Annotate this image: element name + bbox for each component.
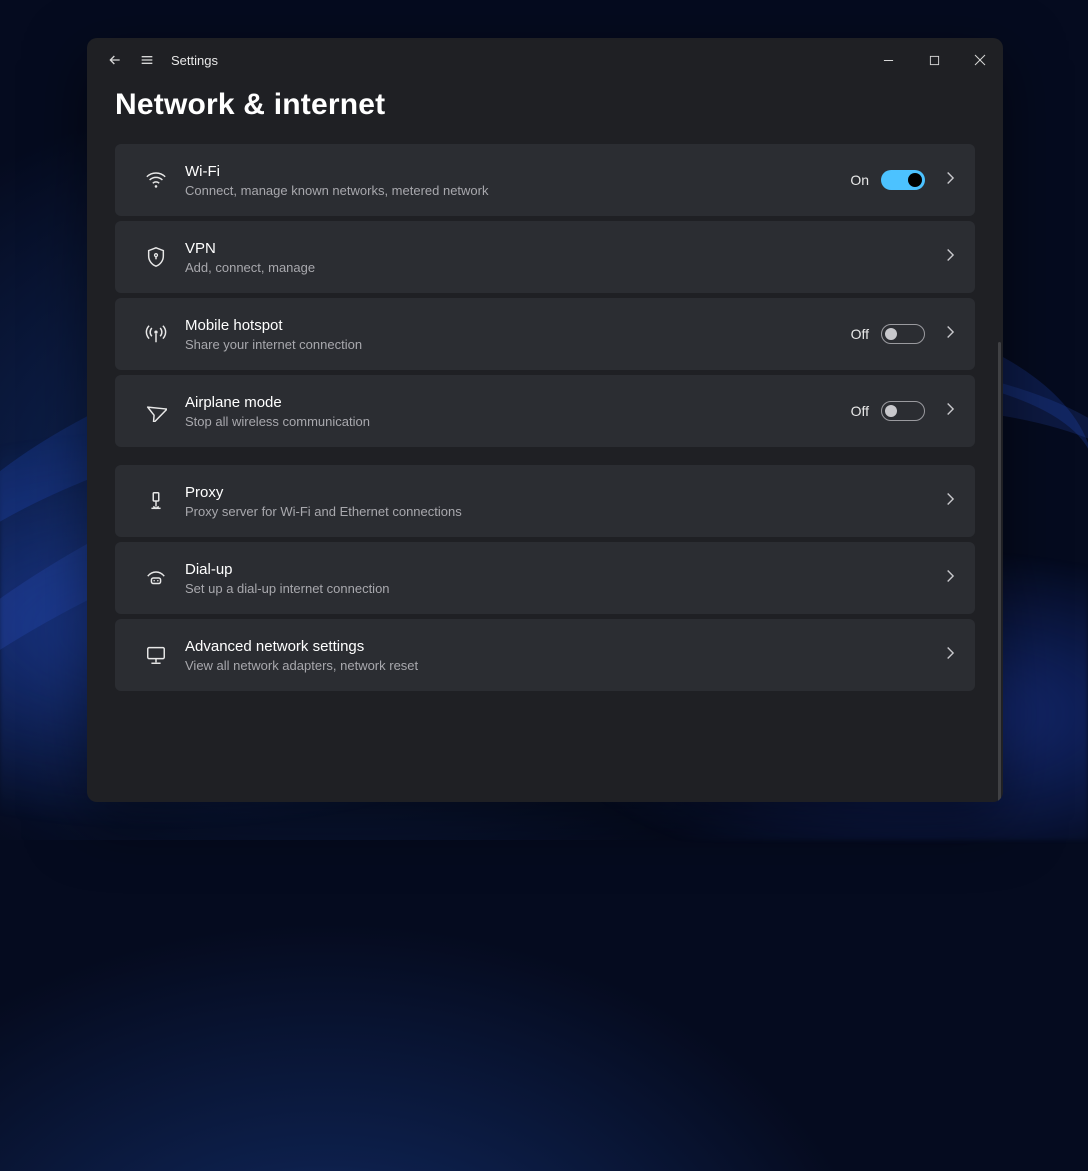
row-subtitle: Connect, manage known networks, metered … (185, 183, 850, 198)
shield-icon (133, 246, 179, 268)
row-text: Advanced network settingsView all networ… (185, 637, 943, 673)
title-bar: Settings (87, 38, 1003, 82)
chevron-right-icon (943, 492, 957, 511)
row-wifi[interactable]: Wi-FiConnect, manage known networks, met… (115, 144, 975, 216)
row-vpn[interactable]: VPNAdd, connect, manage (115, 221, 975, 293)
row-title: VPN (185, 239, 943, 259)
row-title: Proxy (185, 483, 943, 503)
scrollbar[interactable] (998, 342, 1001, 802)
antenna-icon (133, 323, 179, 345)
row-text: VPNAdd, connect, manage (185, 239, 943, 275)
row-title: Mobile hotspot (185, 316, 851, 336)
content-area: Network & internet Wi-FiConnect, manage … (87, 82, 1003, 802)
chevron-right-icon (943, 325, 957, 344)
nav-menu-button[interactable] (131, 44, 163, 76)
wifi-toggle[interactable] (881, 170, 925, 190)
row-title: Advanced network settings (185, 637, 943, 657)
maximize-button[interactable] (911, 44, 957, 76)
dialup-icon (133, 567, 179, 589)
row-subtitle: Stop all wireless communication (185, 414, 851, 429)
row-title: Airplane mode (185, 393, 851, 413)
row-text: Mobile hotspotShare your internet connec… (185, 316, 851, 352)
toggle-state-label: Off (851, 326, 869, 342)
row-text: ProxyProxy server for Wi-Fi and Ethernet… (185, 483, 943, 519)
settings-window: Settings Network & internet Wi-FiConnect… (87, 38, 1003, 802)
row-proxy[interactable]: ProxyProxy server for Wi-Fi and Ethernet… (115, 465, 975, 537)
back-button[interactable] (99, 44, 131, 76)
row-dialup[interactable]: Dial-upSet up a dial-up internet connect… (115, 542, 975, 614)
toggle-state-label: Off (851, 403, 869, 419)
row-airplane[interactable]: Airplane modeStop all wireless communica… (115, 375, 975, 447)
row-subtitle: Share your internet connection (185, 337, 851, 352)
page-title: Network & internet (115, 88, 975, 122)
row-hotspot[interactable]: Mobile hotspotShare your internet connec… (115, 298, 975, 370)
airplane-toggle[interactable] (881, 401, 925, 421)
app-title: Settings (171, 53, 218, 68)
hotspot-toggle[interactable] (881, 324, 925, 344)
row-text: Dial-upSet up a dial-up internet connect… (185, 560, 943, 596)
airplane-icon (133, 400, 179, 422)
row-text: Wi-FiConnect, manage known networks, met… (185, 162, 850, 198)
toggle-state-label: On (850, 172, 869, 188)
row-subtitle: Proxy server for Wi-Fi and Ethernet conn… (185, 504, 943, 519)
monitor-icon (133, 644, 179, 666)
chevron-right-icon (943, 646, 957, 665)
row-text: Airplane modeStop all wireless communica… (185, 393, 851, 429)
row-advanced[interactable]: Advanced network settingsView all networ… (115, 619, 975, 691)
chevron-right-icon (943, 171, 957, 190)
chevron-right-icon (943, 402, 957, 421)
row-title: Wi-Fi (185, 162, 850, 182)
row-subtitle: Set up a dial-up internet connection (185, 581, 943, 596)
row-subtitle: View all network adapters, network reset (185, 658, 943, 673)
chevron-right-icon (943, 569, 957, 588)
wifi-icon (133, 169, 179, 191)
chevron-right-icon (943, 248, 957, 267)
close-button[interactable] (957, 44, 1003, 76)
row-subtitle: Add, connect, manage (185, 260, 943, 275)
minimize-button[interactable] (865, 44, 911, 76)
proxy-icon (133, 490, 179, 512)
row-title: Dial-up (185, 560, 943, 580)
